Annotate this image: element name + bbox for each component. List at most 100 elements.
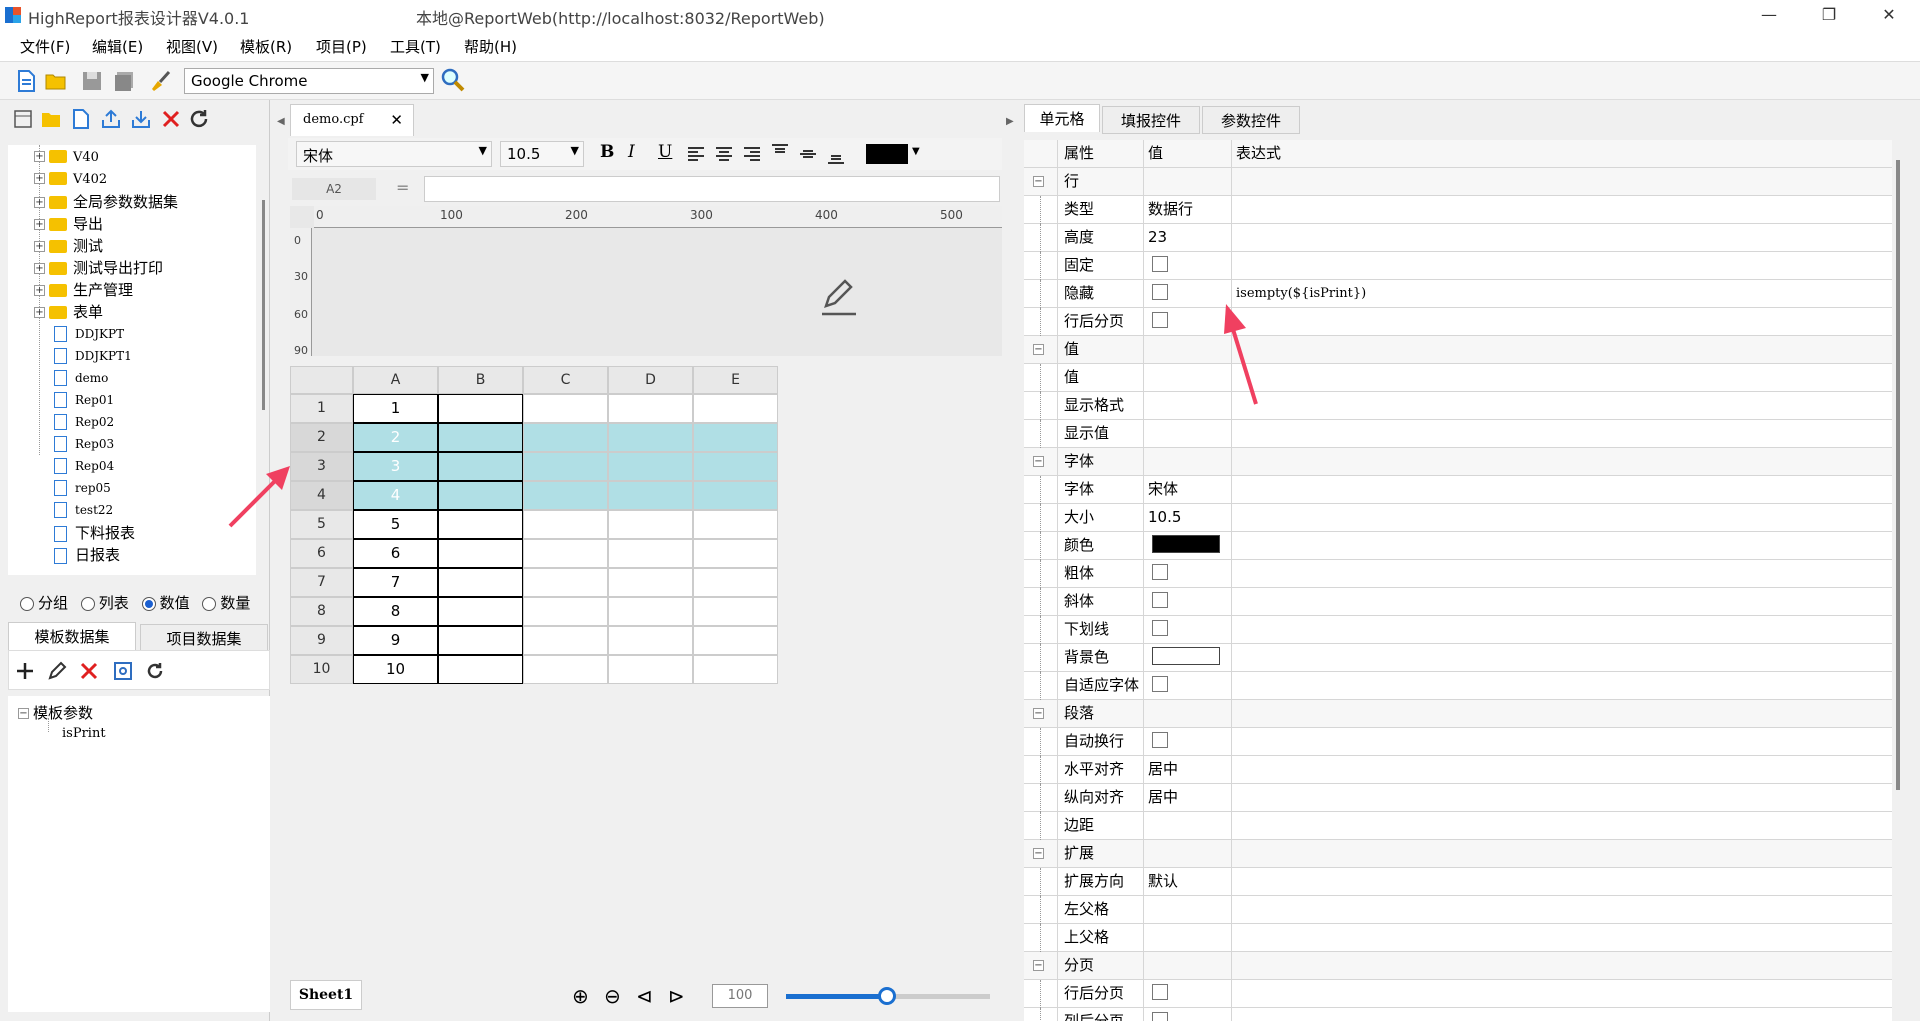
property-expression[interactable] <box>1232 672 1892 700</box>
property-value-cell[interactable] <box>1144 672 1232 700</box>
grid-cell[interactable] <box>523 539 608 568</box>
new-report-icon[interactable] <box>70 108 92 130</box>
grid-cell[interactable]: 2 <box>353 423 438 452</box>
refresh-icon[interactable] <box>188 108 210 130</box>
property-expression[interactable] <box>1232 364 1892 392</box>
property-row[interactable]: 水平对齐 居中 <box>1024 756 1892 784</box>
property-expression[interactable] <box>1232 756 1892 784</box>
row-header[interactable]: 7 <box>290 568 353 597</box>
menu-project[interactable]: 项目(P) <box>316 36 367 57</box>
edit-icon[interactable] <box>47 661 67 681</box>
menu-template[interactable]: 模板(R) <box>240 36 292 57</box>
property-expression[interactable] <box>1232 616 1892 644</box>
collapse-icon[interactable]: − <box>1033 848 1044 859</box>
zoom-input[interactable]: 100 <box>712 984 768 1008</box>
delete-icon[interactable] <box>79 661 99 681</box>
grid-cell[interactable] <box>693 597 778 626</box>
property-value-cell[interactable] <box>1144 952 1232 980</box>
property-expression[interactable] <box>1232 532 1892 560</box>
property-value-cell[interactable] <box>1144 644 1232 672</box>
grid-cell[interactable] <box>523 597 608 626</box>
row-header[interactable]: 8 <box>290 597 353 626</box>
property-expression[interactable] <box>1232 308 1892 336</box>
checkbox[interactable] <box>1152 312 1168 328</box>
grid-cell[interactable] <box>608 539 693 568</box>
tab-fill-control[interactable]: 填报控件 <box>1102 106 1200 134</box>
expand-icon[interactable]: + <box>34 151 45 162</box>
tree-file[interactable]: 日报表 <box>54 544 120 566</box>
tab-template-dataset[interactable]: 模板数据集 <box>8 622 136 650</box>
collapse-icon[interactable]: − <box>1033 708 1044 719</box>
tree-file[interactable]: Rep04 <box>54 456 114 478</box>
tree-file[interactable]: DDJKPT1 <box>54 346 132 368</box>
underline-button[interactable]: U <box>658 142 672 162</box>
row-header[interactable]: 5 <box>290 510 353 539</box>
property-expression[interactable] <box>1232 588 1892 616</box>
bold-button[interactable]: B <box>600 142 614 162</box>
align-center-icon[interactable] <box>714 144 734 164</box>
expand-icon[interactable]: + <box>34 219 45 230</box>
expand-icon[interactable]: + <box>34 285 45 296</box>
property-expression[interactable] <box>1232 896 1892 924</box>
sheet-tab[interactable]: Sheet1 <box>290 980 362 1010</box>
row-header[interactable]: 10 <box>290 655 353 684</box>
property-value-cell[interactable] <box>1144 1008 1232 1021</box>
property-value[interactable]: 宋体 <box>1144 480 1178 498</box>
tree-scrollbar[interactable] <box>262 200 265 410</box>
radio-group[interactable]: 分组 <box>20 594 68 612</box>
checkbox[interactable] <box>1152 984 1168 1000</box>
checkbox[interactable] <box>1152 592 1168 608</box>
save-all-icon[interactable] <box>112 69 136 93</box>
col-header[interactable]: C <box>523 366 608 394</box>
property-value-cell[interactable] <box>1144 252 1232 280</box>
property-group[interactable]: − 行 <box>1024 168 1892 196</box>
expand-icon[interactable]: + <box>34 241 45 252</box>
property-value-cell[interactable] <box>1144 812 1232 840</box>
tab-project-dataset[interactable]: 项目数据集 <box>140 624 268 652</box>
grid-cell[interactable] <box>523 423 608 452</box>
property-row[interactable]: 自适应字体 <box>1024 672 1892 700</box>
tree-folder[interactable]: + V40 <box>34 147 99 169</box>
property-row[interactable]: 纵向对齐 居中 <box>1024 784 1892 812</box>
property-row[interactable]: 隐藏 isempty(${isPrint}) <box>1024 280 1892 308</box>
param-isprint[interactable]: isPrint <box>62 726 106 748</box>
property-value[interactable]: 居中 <box>1144 760 1178 778</box>
grid-cell[interactable] <box>438 481 523 510</box>
property-expression[interactable] <box>1232 168 1892 196</box>
tab-cell[interactable]: 单元格 <box>1024 104 1100 132</box>
align-right-icon[interactable] <box>742 144 762 164</box>
expand-icon[interactable]: + <box>34 173 45 184</box>
property-value[interactable]: 数据行 <box>1144 200 1193 218</box>
tree-file[interactable]: test22 <box>54 500 113 522</box>
col-header[interactable]: E <box>693 366 778 394</box>
grid-cell[interactable]: 9 <box>353 626 438 655</box>
grid-cell[interactable] <box>438 452 523 481</box>
grid-cell[interactable] <box>608 655 693 684</box>
property-row[interactable]: 显示值 <box>1024 420 1892 448</box>
tree-folder[interactable]: + 测试 <box>34 235 103 257</box>
property-value-cell[interactable]: 10.5 <box>1144 504 1232 532</box>
property-value-cell[interactable] <box>1144 560 1232 588</box>
property-group[interactable]: − 扩展 <box>1024 840 1892 868</box>
preview-search-icon[interactable] <box>440 67 466 93</box>
grid-cell[interactable] <box>438 568 523 597</box>
browser-select[interactable]: Google Chrome ▼ <box>184 68 434 94</box>
property-group[interactable]: − 字体 <box>1024 448 1892 476</box>
row-header[interactable]: 6 <box>290 539 353 568</box>
property-value-cell[interactable]: 居中 <box>1144 784 1232 812</box>
preview-icon[interactable] <box>113 661 133 681</box>
zoom-out-icon[interactable]: ⊖ <box>604 984 621 1008</box>
tree-folder[interactable]: + 测试导出打印 <box>34 257 163 279</box>
zoom-slider-thumb[interactable] <box>878 987 896 1005</box>
grid-cell[interactable] <box>523 626 608 655</box>
property-expression[interactable] <box>1232 700 1892 728</box>
grid-cell[interactable]: 4 <box>353 481 438 510</box>
grid-cell[interactable] <box>693 539 778 568</box>
tree-file[interactable]: Rep01 <box>54 390 114 412</box>
close-icon[interactable]: ✕ <box>1858 0 1920 30</box>
row-header[interactable]: 9 <box>290 626 353 655</box>
grid-cell[interactable] <box>693 481 778 510</box>
property-row[interactable]: 下划线 <box>1024 616 1892 644</box>
property-expression[interactable] <box>1232 448 1892 476</box>
grid-cell[interactable] <box>523 452 608 481</box>
